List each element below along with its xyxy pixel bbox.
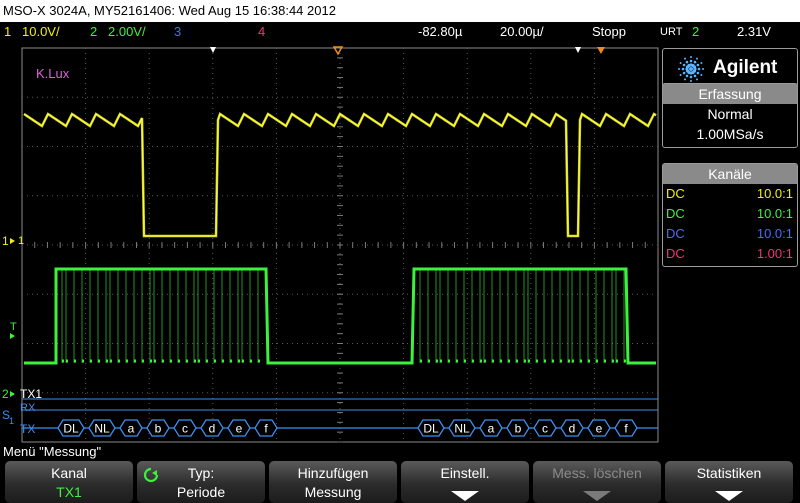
ch1-trace-label: 1: [18, 235, 24, 247]
submenu-arrow-icon: [715, 491, 743, 501]
ch2-number: 2: [90, 24, 98, 39]
softkey-settings[interactable]: Einstell.: [401, 461, 529, 503]
title-bar: MSO-X 3024A, MY52161406: Wed Aug 15 16:3…: [0, 0, 800, 22]
softkey-channel[interactable]: Kanal TX1: [5, 461, 133, 503]
softkey-value: Messung: [304, 484, 362, 500]
acquisition-mode: Normal: [707, 106, 753, 122]
ch1-number: 1: [4, 24, 12, 39]
softkey-type[interactable]: Typ: Periode: [137, 461, 265, 503]
decode-byte: e: [236, 422, 243, 436]
decode-byte: NL: [454, 422, 470, 436]
horizontal-delay[interactable]: -82.80µ: [418, 22, 462, 42]
trigger-level-marker[interactable]: T: [10, 321, 17, 333]
softkey-label: Kanal: [51, 465, 87, 481]
decode-byte: c: [542, 422, 548, 436]
status-bar: 1 10.0V/ 2 2.00V/ 3 4 -82.80µ 20.00µ/ St…: [0, 22, 800, 42]
channel-row-4[interactable]: DC 1.00:1: [663, 244, 797, 264]
menu-title: Menü "Messung": [0, 444, 800, 460]
waveform-display[interactable]: DL NL a b c d e f DL NL a b c d e f K.Lux 1 1 T 2 TX1 R…: [0, 42, 660, 444]
timebase-scale[interactable]: 20.00µ/: [500, 22, 544, 42]
ch3-number[interactable]: 3: [174, 22, 181, 42]
ch2-scale[interactable]: 2.00V/: [108, 22, 146, 42]
ch4-number[interactable]: 4: [258, 22, 265, 42]
channels-box[interactable]: Kanäle DC 10.0:1 DC 10.0:1 DC 10.0:1 DC 1.00:1: [662, 163, 798, 267]
brand-name: Agilent: [713, 57, 778, 78]
acquisition-box[interactable]: Erfassung Normal 1.00MSa/s: [662, 83, 798, 148]
channel-probe-ratio: 10.0:1: [756, 206, 793, 221]
trigger-type: URT: [660, 26, 683, 38]
softkey-clear-measurements[interactable]: Mess. löschen: [533, 461, 661, 503]
trigger-level[interactable]: 2.31V: [737, 22, 771, 42]
softkey-value: TX1: [56, 484, 82, 500]
softkey-label: Einstell.: [440, 465, 490, 481]
waveform-annotation: K.Lux: [36, 66, 70, 81]
ch2-ground-marker[interactable]: 2: [2, 387, 9, 401]
decode-byte: a: [128, 422, 135, 436]
softkey-label: Hinzufügen: [297, 465, 369, 481]
serial-rx-label: RX: [20, 402, 36, 414]
side-panel: Agilent Erfassung Normal 1.00MSa/s Kanäl…: [660, 42, 800, 444]
decode-byte: d: [569, 422, 576, 436]
decode-byte: NL: [94, 422, 110, 436]
channel-coupling: DC: [666, 226, 685, 241]
channel-row-2[interactable]: DC 10.0:1: [663, 204, 797, 224]
decode-byte: b: [155, 422, 162, 436]
ch1-scale[interactable]: 10.0V/: [22, 22, 60, 42]
serial-tx-row-label: TX: [20, 422, 35, 436]
channel-coupling: DC: [666, 186, 685, 201]
submenu-arrow-icon: [583, 491, 611, 501]
channels-header: Kanäle: [663, 164, 797, 184]
channel-row-3[interactable]: DC 10.0:1: [663, 224, 797, 244]
channel-row-1[interactable]: DC 10.0:1: [663, 184, 797, 204]
acquisition-header: Erfassung: [663, 84, 797, 104]
trigger-channel: 2: [692, 24, 700, 39]
channel-probe-ratio: 10.0:1: [756, 226, 793, 241]
decode-byte: DL: [63, 422, 79, 436]
channel-coupling: DC: [666, 206, 685, 221]
softkey-label: Typ:: [187, 465, 215, 481]
channel-probe-ratio: 10.0:1: [756, 186, 793, 201]
softkey-label: Mess. löschen: [552, 465, 642, 481]
agilent-spark-icon: [678, 56, 704, 82]
decode-byte: d: [209, 422, 216, 436]
sample-rate: 1.00MSa/s: [696, 126, 764, 142]
decode-byte: b: [515, 422, 522, 436]
decode-byte: c: [182, 422, 188, 436]
decode-byte: DL: [423, 422, 439, 436]
softkey-statistics[interactable]: Statistiken: [665, 461, 793, 503]
softkey-value: Periode: [176, 484, 226, 500]
serial-bus-marker-index: 1: [9, 416, 14, 426]
channel-probe-ratio: 1.00:1: [756, 246, 793, 261]
decode-byte: e: [596, 422, 603, 436]
channel-coupling: DC: [666, 246, 685, 261]
softkey-label: Statistiken: [696, 465, 762, 481]
run-state[interactable]: Stopp: [592, 22, 626, 42]
submenu-arrow-icon: [451, 491, 479, 501]
serial-tx1-label: TX1: [20, 387, 42, 401]
ch1-ground-marker[interactable]: 1: [2, 234, 9, 248]
channel-list: DC 10.0:1 DC 10.0:1 DC 10.0:1 DC 1.00:1: [663, 184, 797, 264]
softkey-bar: Kanal TX1 Typ: Periode Hinzufügen Messun…: [0, 460, 800, 503]
decode-byte: a: [488, 422, 495, 436]
softkey-add-measurement[interactable]: Hinzufügen Messung: [269, 461, 397, 503]
